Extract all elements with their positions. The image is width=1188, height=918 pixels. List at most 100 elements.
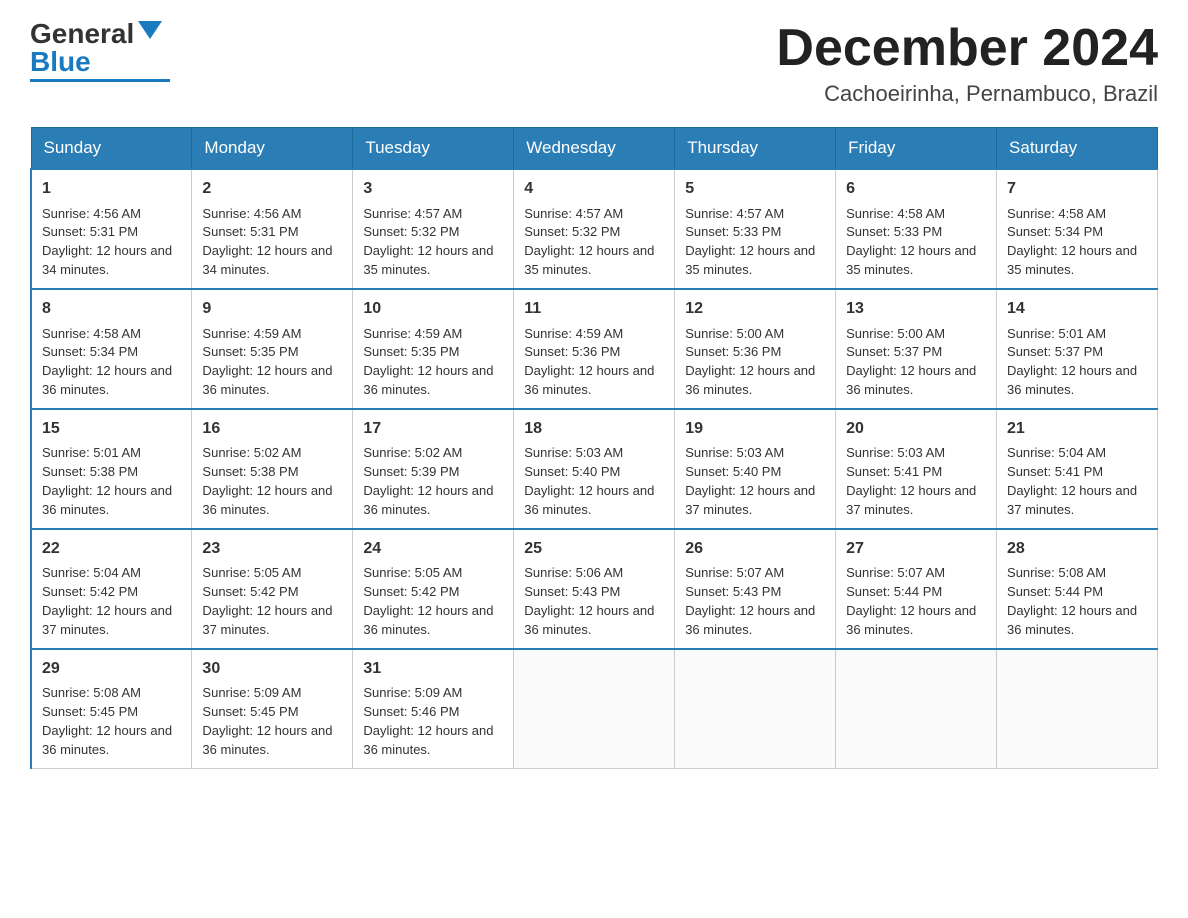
day-number: 18 <box>524 418 664 440</box>
day-info: Sunrise: 4:58 AMSunset: 5:34 PMDaylight:… <box>42 326 172 398</box>
day-number: 8 <box>42 298 181 320</box>
day-info: Sunrise: 5:01 AMSunset: 5:38 PMDaylight:… <box>42 445 172 517</box>
day-number: 1 <box>42 178 181 200</box>
header-row: SundayMondayTuesdayWednesdayThursdayFrid… <box>31 128 1158 170</box>
day-number: 4 <box>524 178 664 200</box>
calendar-cell: 30 Sunrise: 5:09 AMSunset: 5:45 PMDaylig… <box>192 649 353 768</box>
month-title: December 2024 <box>776 20 1158 77</box>
day-number: 10 <box>363 298 503 320</box>
logo-blue-text: Blue <box>30 48 91 76</box>
day-number: 7 <box>1007 178 1147 200</box>
header-sunday: Sunday <box>31 128 192 170</box>
day-number: 28 <box>1007 538 1147 560</box>
day-info: Sunrise: 4:57 AMSunset: 5:32 PMDaylight:… <box>524 206 654 278</box>
day-info: Sunrise: 4:57 AMSunset: 5:32 PMDaylight:… <box>363 206 493 278</box>
day-info: Sunrise: 5:08 AMSunset: 5:44 PMDaylight:… <box>1007 565 1137 637</box>
day-info: Sunrise: 5:07 AMSunset: 5:44 PMDaylight:… <box>846 565 976 637</box>
calendar-cell: 21 Sunrise: 5:04 AMSunset: 5:41 PMDaylig… <box>997 409 1158 529</box>
day-number: 15 <box>42 418 181 440</box>
day-info: Sunrise: 4:57 AMSunset: 5:33 PMDaylight:… <box>685 206 815 278</box>
day-info: Sunrise: 4:56 AMSunset: 5:31 PMDaylight:… <box>42 206 172 278</box>
day-number: 13 <box>846 298 986 320</box>
calendar-cell: 23 Sunrise: 5:05 AMSunset: 5:42 PMDaylig… <box>192 529 353 649</box>
day-number: 21 <box>1007 418 1147 440</box>
calendar-cell: 14 Sunrise: 5:01 AMSunset: 5:37 PMDaylig… <box>997 289 1158 409</box>
day-number: 14 <box>1007 298 1147 320</box>
calendar-cell: 10 Sunrise: 4:59 AMSunset: 5:35 PMDaylig… <box>353 289 514 409</box>
calendar-cell: 7 Sunrise: 4:58 AMSunset: 5:34 PMDayligh… <box>997 169 1158 289</box>
calendar-cell: 27 Sunrise: 5:07 AMSunset: 5:44 PMDaylig… <box>836 529 997 649</box>
day-number: 17 <box>363 418 503 440</box>
calendar-cell: 31 Sunrise: 5:09 AMSunset: 5:46 PMDaylig… <box>353 649 514 768</box>
day-info: Sunrise: 5:07 AMSunset: 5:43 PMDaylight:… <box>685 565 815 637</box>
logo-divider <box>30 79 170 82</box>
day-info: Sunrise: 5:02 AMSunset: 5:38 PMDaylight:… <box>202 445 332 517</box>
day-number: 5 <box>685 178 825 200</box>
calendar-cell <box>836 649 997 768</box>
calendar-cell: 28 Sunrise: 5:08 AMSunset: 5:44 PMDaylig… <box>997 529 1158 649</box>
calendar-cell: 1 Sunrise: 4:56 AMSunset: 5:31 PMDayligh… <box>31 169 192 289</box>
calendar-cell: 2 Sunrise: 4:56 AMSunset: 5:31 PMDayligh… <box>192 169 353 289</box>
calendar-cell: 26 Sunrise: 5:07 AMSunset: 5:43 PMDaylig… <box>675 529 836 649</box>
calendar-cell: 19 Sunrise: 5:03 AMSunset: 5:40 PMDaylig… <box>675 409 836 529</box>
header-saturday: Saturday <box>997 128 1158 170</box>
calendar-cell: 13 Sunrise: 5:00 AMSunset: 5:37 PMDaylig… <box>836 289 997 409</box>
calendar-cell: 16 Sunrise: 5:02 AMSunset: 5:38 PMDaylig… <box>192 409 353 529</box>
location-subtitle: Cachoeirinha, Pernambuco, Brazil <box>776 81 1158 107</box>
day-info: Sunrise: 5:04 AMSunset: 5:41 PMDaylight:… <box>1007 445 1137 517</box>
calendar-cell: 8 Sunrise: 4:58 AMSunset: 5:34 PMDayligh… <box>31 289 192 409</box>
calendar-cell: 29 Sunrise: 5:08 AMSunset: 5:45 PMDaylig… <box>31 649 192 768</box>
calendar-cell: 15 Sunrise: 5:01 AMSunset: 5:38 PMDaylig… <box>31 409 192 529</box>
calendar-cell: 9 Sunrise: 4:59 AMSunset: 5:35 PMDayligh… <box>192 289 353 409</box>
calendar-cell: 3 Sunrise: 4:57 AMSunset: 5:32 PMDayligh… <box>353 169 514 289</box>
day-number: 11 <box>524 298 664 320</box>
day-number: 29 <box>42 658 181 680</box>
header-tuesday: Tuesday <box>353 128 514 170</box>
calendar-cell <box>675 649 836 768</box>
calendar-cell <box>997 649 1158 768</box>
day-number: 3 <box>363 178 503 200</box>
day-info: Sunrise: 5:05 AMSunset: 5:42 PMDaylight:… <box>202 565 332 637</box>
calendar-cell: 12 Sunrise: 5:00 AMSunset: 5:36 PMDaylig… <box>675 289 836 409</box>
day-info: Sunrise: 5:00 AMSunset: 5:37 PMDaylight:… <box>846 326 976 398</box>
calendar-cell: 5 Sunrise: 4:57 AMSunset: 5:33 PMDayligh… <box>675 169 836 289</box>
day-number: 2 <box>202 178 342 200</box>
day-info: Sunrise: 5:03 AMSunset: 5:41 PMDaylight:… <box>846 445 976 517</box>
calendar-cell <box>514 649 675 768</box>
logo-triangle-icon <box>138 21 162 39</box>
day-info: Sunrise: 4:58 AMSunset: 5:34 PMDaylight:… <box>1007 206 1137 278</box>
calendar-table: SundayMondayTuesdayWednesdayThursdayFrid… <box>30 127 1158 769</box>
week-row-5: 29 Sunrise: 5:08 AMSunset: 5:45 PMDaylig… <box>31 649 1158 768</box>
day-info: Sunrise: 5:05 AMSunset: 5:42 PMDaylight:… <box>363 565 493 637</box>
week-row-2: 8 Sunrise: 4:58 AMSunset: 5:34 PMDayligh… <box>31 289 1158 409</box>
logo-general-text: General <box>30 20 134 48</box>
day-info: Sunrise: 5:09 AMSunset: 5:46 PMDaylight:… <box>363 685 493 757</box>
page-header: General Blue December 2024 Cachoeirinha,… <box>30 20 1158 107</box>
day-info: Sunrise: 5:03 AMSunset: 5:40 PMDaylight:… <box>685 445 815 517</box>
day-number: 26 <box>685 538 825 560</box>
day-number: 9 <box>202 298 342 320</box>
week-row-1: 1 Sunrise: 4:56 AMSunset: 5:31 PMDayligh… <box>31 169 1158 289</box>
day-number: 30 <box>202 658 342 680</box>
day-info: Sunrise: 5:03 AMSunset: 5:40 PMDaylight:… <box>524 445 654 517</box>
day-info: Sunrise: 4:59 AMSunset: 5:35 PMDaylight:… <box>363 326 493 398</box>
day-number: 25 <box>524 538 664 560</box>
header-friday: Friday <box>836 128 997 170</box>
day-info: Sunrise: 5:00 AMSunset: 5:36 PMDaylight:… <box>685 326 815 398</box>
calendar-cell: 18 Sunrise: 5:03 AMSunset: 5:40 PMDaylig… <box>514 409 675 529</box>
header-wednesday: Wednesday <box>514 128 675 170</box>
day-info: Sunrise: 4:59 AMSunset: 5:35 PMDaylight:… <box>202 326 332 398</box>
calendar-cell: 22 Sunrise: 5:04 AMSunset: 5:42 PMDaylig… <box>31 529 192 649</box>
calendar-cell: 25 Sunrise: 5:06 AMSunset: 5:43 PMDaylig… <box>514 529 675 649</box>
day-number: 16 <box>202 418 342 440</box>
day-info: Sunrise: 5:01 AMSunset: 5:37 PMDaylight:… <box>1007 326 1137 398</box>
day-number: 27 <box>846 538 986 560</box>
day-number: 6 <box>846 178 986 200</box>
day-number: 20 <box>846 418 986 440</box>
day-info: Sunrise: 4:58 AMSunset: 5:33 PMDaylight:… <box>846 206 976 278</box>
header-thursday: Thursday <box>675 128 836 170</box>
calendar-cell: 17 Sunrise: 5:02 AMSunset: 5:39 PMDaylig… <box>353 409 514 529</box>
calendar-cell: 4 Sunrise: 4:57 AMSunset: 5:32 PMDayligh… <box>514 169 675 289</box>
title-section: December 2024 Cachoeirinha, Pernambuco, … <box>776 20 1158 107</box>
header-monday: Monday <box>192 128 353 170</box>
